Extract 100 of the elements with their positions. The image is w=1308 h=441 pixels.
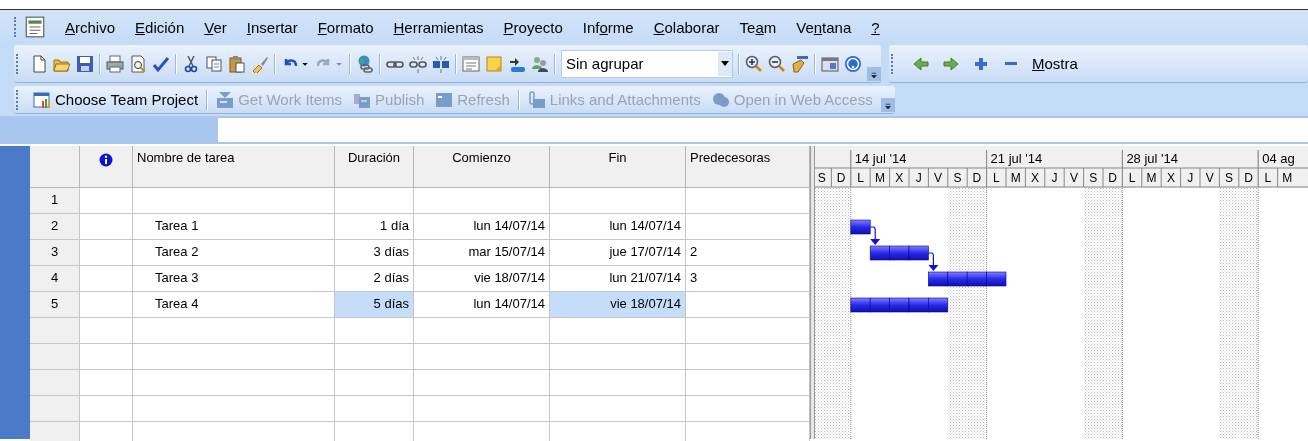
entry-field[interactable] xyxy=(218,118,1308,142)
week-label: 28 jul '14 xyxy=(1126,151,1179,166)
info-icon xyxy=(99,153,113,167)
task-info-icon[interactable] xyxy=(462,54,480,73)
brush-icon[interactable] xyxy=(251,54,269,73)
menu-item[interactable]: Archivo xyxy=(65,18,116,36)
attachment-icon xyxy=(527,90,546,109)
day-label: S xyxy=(1225,171,1234,185)
row-number[interactable]: 1 xyxy=(30,188,80,214)
column-header[interactable]: Duración xyxy=(335,146,414,188)
row-number[interactable]: 3 xyxy=(30,240,80,266)
unlink-icon[interactable] xyxy=(409,54,427,73)
day-label: S xyxy=(953,171,962,185)
cut-icon[interactable] xyxy=(182,54,200,73)
day-label: D xyxy=(1244,171,1253,185)
menu-item[interactable]: Herramientas xyxy=(393,18,484,36)
help-icon[interactable] xyxy=(844,54,862,73)
caret-icon xyxy=(721,61,729,66)
day-label: V xyxy=(1205,171,1214,185)
day-label: V xyxy=(934,171,943,185)
table-cell: mar 15/07/14 xyxy=(414,240,550,266)
day-label: L xyxy=(1264,171,1272,185)
menu-item[interactable]: Insertar xyxy=(246,18,298,36)
day-label: D xyxy=(836,171,846,185)
menu-item[interactable]: Team xyxy=(739,18,777,36)
day-label: S xyxy=(1089,171,1098,185)
zoom-in-icon[interactable] xyxy=(745,54,763,73)
menu-item[interactable]: Colaborar xyxy=(653,18,720,36)
table-cell xyxy=(80,214,133,240)
column-header[interactable]: Predecesoras xyxy=(686,146,810,188)
day-label: L xyxy=(1128,171,1136,185)
table-cell: Tarea 3 xyxy=(133,266,335,292)
column-header[interactable]: Nombre de tarea xyxy=(133,146,335,188)
day-label: M xyxy=(874,171,885,185)
day-label: S xyxy=(817,171,826,185)
download-icon xyxy=(216,90,235,109)
week-label: 21 jul '14 xyxy=(990,151,1043,166)
week-label: 04 ag xyxy=(1262,151,1295,166)
menu-item[interactable]: Ventana xyxy=(796,18,852,36)
table-cell: lun 14/07/14 xyxy=(414,214,550,240)
day-label: M xyxy=(1010,171,1021,185)
column-header[interactable] xyxy=(80,146,133,188)
menu-item[interactable]: Ver xyxy=(204,18,227,36)
left-arrow-icon[interactable] xyxy=(912,54,930,73)
print-preview-icon[interactable] xyxy=(129,54,147,73)
day-label: V xyxy=(1069,171,1078,185)
show-menu[interactable]: Mostra xyxy=(1032,55,1078,72)
day-label: L xyxy=(857,171,864,185)
right-arrow-icon[interactable] xyxy=(942,54,960,73)
table-cell: vie 18/07/14 xyxy=(550,292,686,318)
refresh-icon xyxy=(435,90,454,109)
window-icon[interactable] xyxy=(821,54,839,73)
table-cell: vie 18/07/14 xyxy=(414,266,550,292)
day-label: D xyxy=(1108,171,1118,185)
table-cell: lun 14/07/14 xyxy=(550,214,686,240)
overflow-icon[interactable] xyxy=(880,97,895,113)
table-cell: Tarea 4 xyxy=(133,292,335,318)
copy-icon[interactable] xyxy=(205,54,223,73)
group-dropdown[interactable]: Sin agrupar xyxy=(561,49,733,78)
day-label: J xyxy=(1187,171,1194,185)
new-document-icon[interactable] xyxy=(30,54,48,73)
overflow-icon[interactable] xyxy=(867,66,881,82)
row-number[interactable]: 2 xyxy=(30,214,80,240)
table-cell: 1 día xyxy=(335,214,414,240)
row-number[interactable]: 4 xyxy=(30,266,80,292)
day-label: J xyxy=(915,171,922,185)
project-icon xyxy=(33,90,51,109)
table-cell: 5 días xyxy=(335,292,414,318)
menu-item[interactable]: Informe xyxy=(582,18,634,36)
day-label: X xyxy=(1166,171,1175,185)
menu-item[interactable]: Proyecto xyxy=(503,18,563,36)
table-cell xyxy=(80,266,133,292)
day-label: X xyxy=(1031,171,1040,185)
table-cell: Tarea 1 xyxy=(133,214,335,240)
table-cell xyxy=(80,318,133,344)
table-cell: 3 días xyxy=(335,240,414,266)
document-icon[interactable] xyxy=(23,15,47,39)
paste-icon[interactable] xyxy=(228,54,246,73)
menu-item[interactable]: Edición xyxy=(135,18,185,36)
row-number[interactable]: 5 xyxy=(30,292,80,318)
save-icon[interactable] xyxy=(76,54,94,73)
team-button[interactable]: Choose Team Project xyxy=(30,90,202,109)
day-label: M xyxy=(1146,171,1157,185)
day-label: M xyxy=(1282,171,1293,185)
menu-item[interactable]: ? xyxy=(871,18,880,36)
print-icon[interactable] xyxy=(106,54,124,73)
day-label: X xyxy=(895,171,904,185)
people-icon[interactable] xyxy=(531,54,549,73)
table-cell xyxy=(80,292,133,318)
table-cell xyxy=(80,370,133,396)
globe-link-icon[interactable] xyxy=(356,54,374,73)
zoom-out-icon[interactable] xyxy=(768,54,786,73)
column-header[interactable]: Comienzo xyxy=(414,146,550,188)
menu-item[interactable]: Formato xyxy=(317,18,374,36)
table-cell xyxy=(80,188,133,214)
week-label: 14 jul '14 xyxy=(854,151,907,166)
split-icon[interactable] xyxy=(432,54,450,73)
table-cell: Tarea 2 xyxy=(133,240,335,266)
column-header[interactable]: Fin xyxy=(550,146,686,188)
day-label: L xyxy=(992,171,1000,185)
